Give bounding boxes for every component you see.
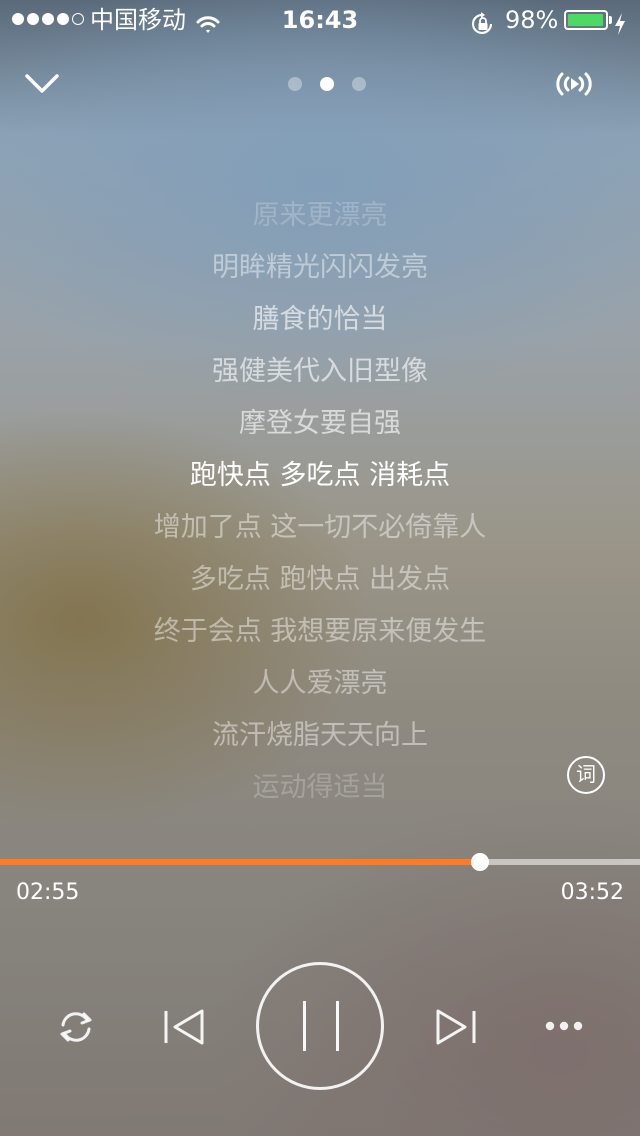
- lyric-line: 增加了点 这一切不必倚靠人: [153, 512, 487, 543]
- progress-thumb[interactable]: [471, 853, 489, 871]
- elapsed-time: 02:55: [16, 880, 80, 905]
- lyric-line: 明眸精光闪闪发亮: [212, 252, 428, 283]
- lyric-line: 终于会点 我想要原来便发生: [153, 616, 487, 647]
- rotation-lock-icon: [470, 8, 496, 48]
- pause-button[interactable]: [256, 962, 384, 1090]
- page-dot: [352, 77, 366, 91]
- lyric-line: 膳食的恰当: [252, 304, 388, 335]
- charging-icon: [614, 8, 626, 48]
- progress-fill: [0, 859, 480, 865]
- total-time: 03:52: [560, 880, 624, 905]
- repeat-icon[interactable]: [54, 1005, 98, 1049]
- lyric-line: 摩登女要自强: [239, 408, 401, 439]
- previous-track-icon[interactable]: [158, 1002, 208, 1052]
- lyric-line: 人人爱漂亮: [252, 668, 388, 699]
- lyric-line-current: 跑快点 多吃点 消耗点: [189, 460, 451, 491]
- lyric-line: 原来更漂亮: [252, 200, 388, 231]
- more-icon[interactable]: [542, 1012, 586, 1040]
- progress-bar[interactable]: [0, 853, 640, 871]
- status-bar: 中国移动 16:43 98%: [0, 0, 640, 40]
- airplay-icon[interactable]: [552, 66, 596, 102]
- lyric-line: 多吃点 跑快点 出发点: [189, 564, 451, 595]
- battery-icon: [564, 10, 608, 30]
- page-dot: [320, 77, 334, 91]
- lyrics-toggle-button[interactable]: 词: [567, 756, 605, 794]
- next-track-icon[interactable]: [432, 1002, 482, 1052]
- lyric-line: 流汗烧脂天天向上: [212, 720, 428, 751]
- chevron-down-icon[interactable]: [22, 66, 62, 102]
- page-dot: [288, 77, 302, 91]
- battery-percentage: 98%: [505, 6, 559, 34]
- page-indicator: [288, 77, 366, 91]
- lyric-line: 运动得适当: [252, 772, 388, 803]
- battery-tip: [609, 16, 612, 24]
- lyrics-panel[interactable]: 原来更漂亮明眸精光闪闪发亮 膳食的恰当强健美代入旧型像 摩登女要自强跑快点 多吃点 …: [0, 190, 640, 814]
- lyric-line: 强健美代入旧型像: [212, 356, 428, 387]
